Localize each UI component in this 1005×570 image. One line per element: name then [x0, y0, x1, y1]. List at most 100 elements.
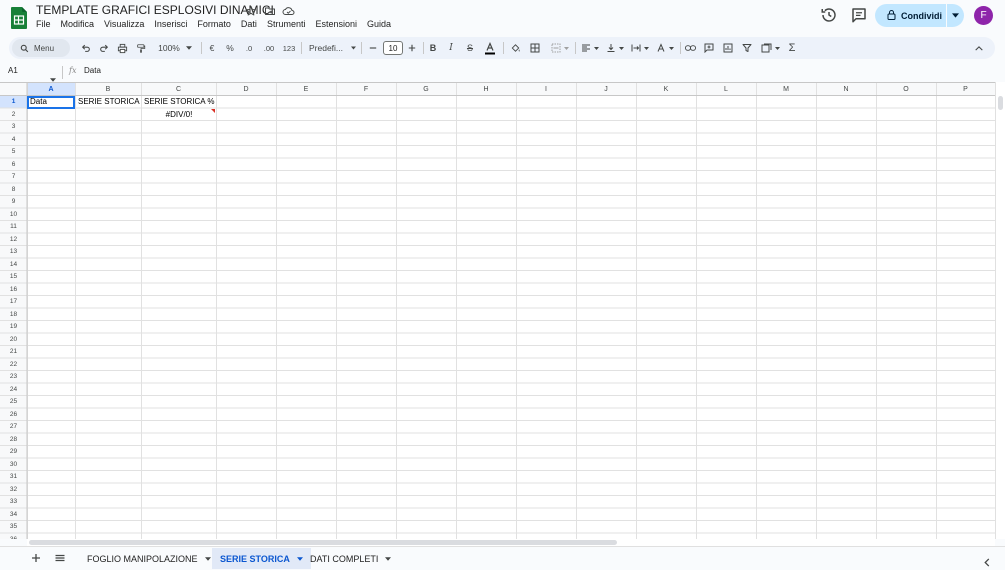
- share-dropdown-button[interactable]: [947, 4, 964, 27]
- menu-file[interactable]: File: [31, 18, 56, 32]
- undo-icon[interactable]: [79, 40, 93, 56]
- row-header-32[interactable]: 32: [0, 483, 27, 496]
- row-header-27[interactable]: 27: [0, 421, 27, 434]
- column-header-j[interactable]: J: [576, 83, 636, 95]
- all-sheets-icon[interactable]: [53, 551, 67, 565]
- menu-search-button[interactable]: Menu: [12, 39, 70, 57]
- row-header-1[interactable]: 1: [0, 96, 27, 109]
- italic-icon[interactable]: I: [444, 40, 458, 56]
- currency-format-button[interactable]: €: [205, 40, 219, 56]
- borders-icon[interactable]: [528, 40, 542, 56]
- spreadsheet-grid[interactable]: A B C D E F G H I J K L M N O P 1 2 3 4 5 6 7 8 9 10 11 12 13 14 15 16 1…: [0, 82, 1005, 539]
- cell-b1[interactable]: SERIE STORICA: [76, 96, 141, 109]
- text-wrapping-icon[interactable]: [629, 40, 651, 56]
- insert-link-icon[interactable]: [683, 40, 697, 56]
- decrease-decimal-button[interactable]: .0: [241, 40, 257, 56]
- row-header-36[interactable]: 36: [0, 533, 27, 539]
- document-title[interactable]: TEMPLATE GRAFICI ESPLOSIVI DINAMICI: [36, 3, 274, 17]
- cell-c2[interactable]: #DIV/0!: [142, 108, 216, 121]
- menu-estensioni[interactable]: Estensioni: [310, 18, 362, 32]
- column-header-a[interactable]: A: [27, 83, 75, 95]
- text-rotation-icon[interactable]: [654, 40, 676, 56]
- font-family-select[interactable]: Predefi...: [306, 40, 356, 56]
- sheets-logo-icon[interactable]: [11, 7, 27, 29]
- sheet-tab-foglio-manipolazione[interactable]: FOGLIO MANIPOLAZIONE: [79, 548, 219, 569]
- vertical-scrollbar[interactable]: [995, 82, 1005, 539]
- row-header-25[interactable]: 25: [0, 396, 27, 409]
- star-icon[interactable]: [245, 4, 259, 18]
- increase-font-size-icon[interactable]: [405, 40, 419, 56]
- column-header-c[interactable]: C: [141, 83, 216, 95]
- menu-visualizza[interactable]: Visualizza: [99, 18, 149, 32]
- paint-format-icon[interactable]: [134, 40, 148, 56]
- share-button[interactable]: Condividi: [875, 4, 946, 27]
- text-color-icon[interactable]: [482, 40, 498, 56]
- font-size-input[interactable]: 10: [383, 41, 403, 55]
- row-header-11[interactable]: 11: [0, 221, 27, 234]
- row-header-35[interactable]: 35: [0, 521, 27, 534]
- fill-color-icon[interactable]: [508, 40, 522, 56]
- row-header-16[interactable]: 16: [0, 283, 27, 296]
- row-header-20[interactable]: 20: [0, 333, 27, 346]
- row-header-10[interactable]: 10: [0, 208, 27, 221]
- row-header-8[interactable]: 8: [0, 183, 27, 196]
- vertical-scroll-thumb[interactable]: [998, 96, 1003, 110]
- row-header-24[interactable]: 24: [0, 383, 27, 396]
- formula-input[interactable]: Data: [84, 66, 101, 75]
- add-sheet-icon[interactable]: [29, 551, 43, 565]
- row-header-31[interactable]: 31: [0, 471, 27, 484]
- row-header-5[interactable]: 5: [0, 146, 27, 159]
- cell-c1[interactable]: SERIE STORICA %: [142, 96, 216, 109]
- cell-a1[interactable]: Data: [28, 96, 75, 109]
- menu-guida[interactable]: Guida: [362, 18, 396, 32]
- row-header-33[interactable]: 33: [0, 496, 27, 509]
- zoom-select[interactable]: 100%: [154, 40, 196, 56]
- row-header-23[interactable]: 23: [0, 371, 27, 384]
- row-header-6[interactable]: 6: [0, 158, 27, 171]
- row-header-13[interactable]: 13: [0, 246, 27, 259]
- menu-modifica[interactable]: Modifica: [56, 18, 100, 32]
- move-folder-icon[interactable]: [264, 4, 278, 18]
- collapse-toolbar-icon[interactable]: [972, 40, 986, 56]
- column-header-h[interactable]: H: [456, 83, 516, 95]
- strikethrough-icon[interactable]: S: [463, 40, 477, 56]
- number-format-button[interactable]: 123: [281, 40, 297, 56]
- row-header-34[interactable]: 34: [0, 508, 27, 521]
- menu-inserisci[interactable]: Inserisci: [149, 18, 192, 32]
- increase-decimal-button[interactable]: .00: [260, 40, 278, 56]
- merge-cells-icon[interactable]: [548, 40, 572, 56]
- insert-comment-icon[interactable]: [702, 40, 716, 56]
- horizontal-align-icon[interactable]: [579, 40, 601, 56]
- row-header-18[interactable]: 18: [0, 308, 27, 321]
- horizontal-scrollbar[interactable]: [27, 539, 995, 546]
- filter-views-icon[interactable]: [759, 40, 781, 56]
- row-header-29[interactable]: 29: [0, 446, 27, 459]
- decrease-font-size-icon[interactable]: [366, 40, 380, 56]
- row-header-9[interactable]: 9: [0, 196, 27, 209]
- row-header-3[interactable]: 3: [0, 121, 27, 134]
- name-box[interactable]: A1: [8, 66, 18, 75]
- sheet-tab-dati-completi[interactable]: DATI COMPLETI: [302, 548, 399, 569]
- menu-dati[interactable]: Dati: [236, 18, 262, 32]
- percent-format-button[interactable]: %: [223, 40, 237, 56]
- column-header-k[interactable]: K: [636, 83, 696, 95]
- column-header-e[interactable]: E: [276, 83, 336, 95]
- column-header-d[interactable]: D: [216, 83, 276, 95]
- column-header-m[interactable]: M: [756, 83, 816, 95]
- row-header-17[interactable]: 17: [0, 296, 27, 309]
- side-panel-toggle-icon[interactable]: [984, 554, 990, 570]
- functions-icon[interactable]: Σ: [785, 40, 799, 56]
- row-header-7[interactable]: 7: [0, 171, 27, 184]
- column-header-g[interactable]: G: [396, 83, 456, 95]
- comments-icon[interactable]: [850, 6, 870, 26]
- cloud-status-icon[interactable]: [282, 4, 296, 18]
- row-header-22[interactable]: 22: [0, 358, 27, 371]
- row-header-12[interactable]: 12: [0, 233, 27, 246]
- row-header-2[interactable]: 2: [0, 108, 27, 121]
- column-header-o[interactable]: O: [876, 83, 936, 95]
- account-avatar[interactable]: F: [974, 6, 993, 25]
- column-header-p[interactable]: P: [936, 83, 995, 95]
- horizontal-scroll-thumb[interactable]: [29, 540, 617, 545]
- filter-icon[interactable]: [740, 40, 754, 56]
- sheet-tab-serie-storica[interactable]: SERIE STORICA: [212, 548, 311, 569]
